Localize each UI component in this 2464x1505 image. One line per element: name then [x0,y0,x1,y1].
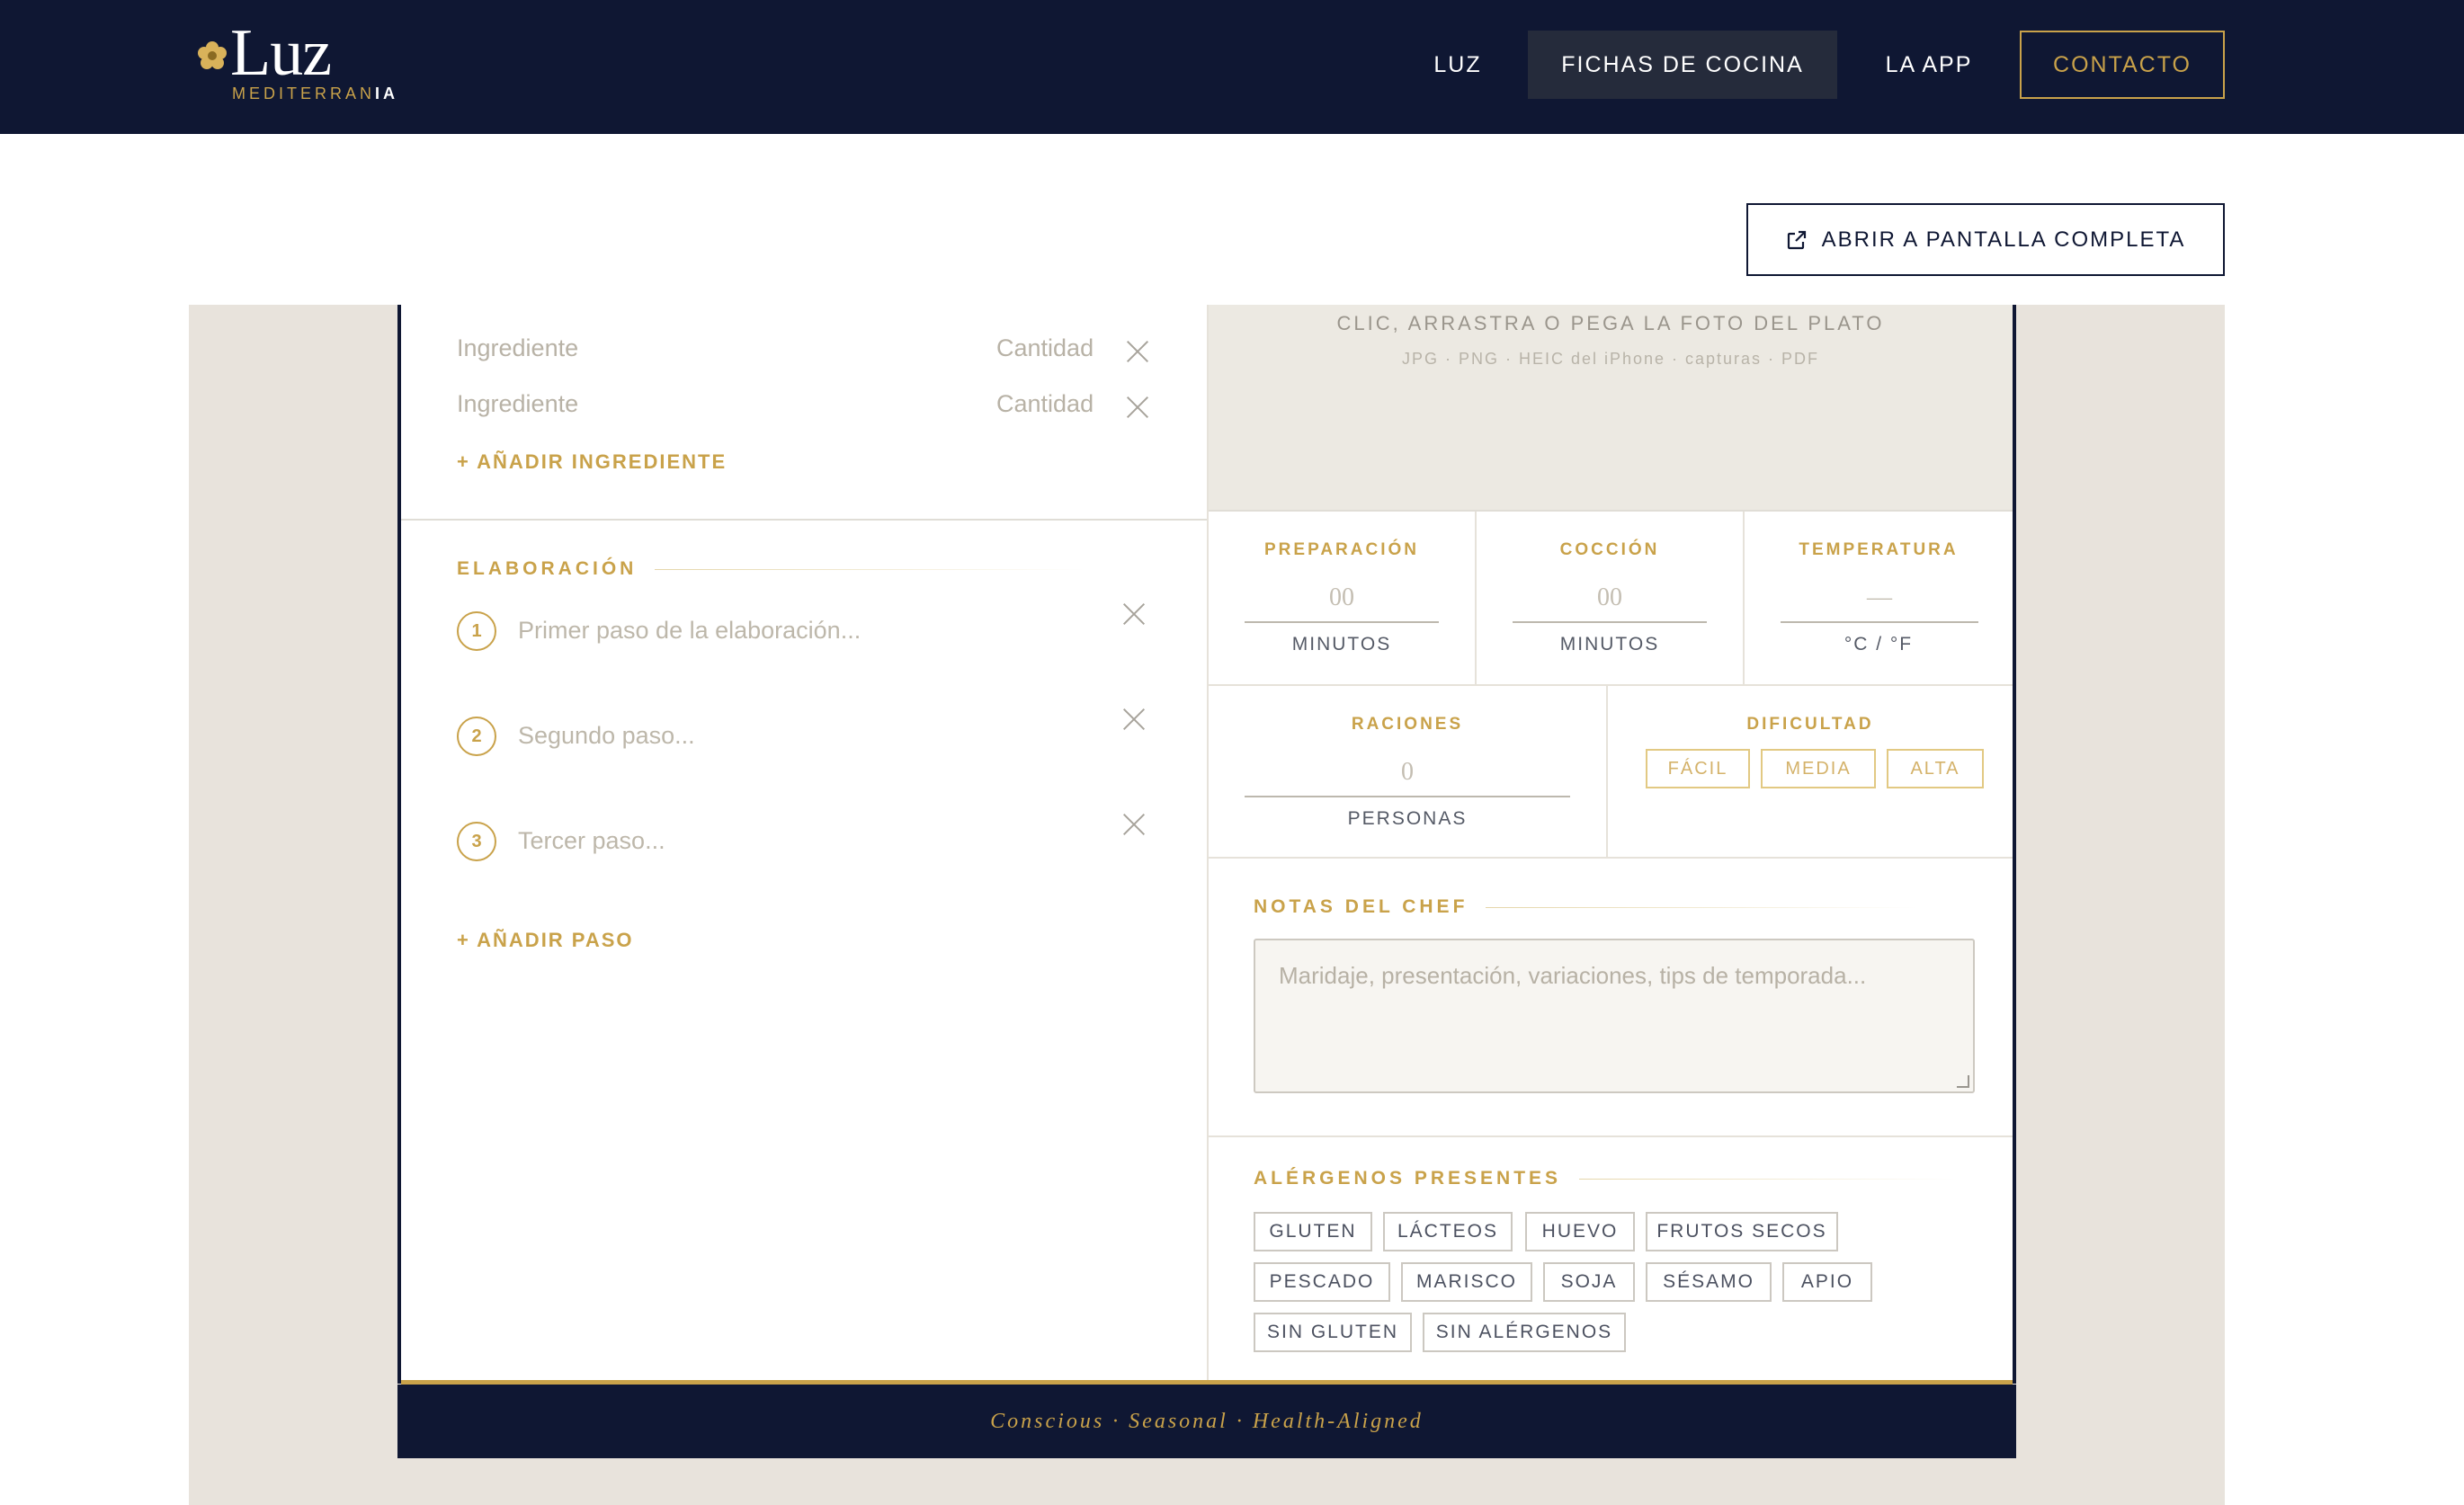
allergen-chip-lacteos[interactable]: LÁCTEOS [1383,1212,1513,1251]
remove-step-icon[interactable] [1122,708,1146,731]
temperatura-input[interactable]: — [1781,583,1978,623]
temperatura-unit: °C / °F [1844,634,1914,655]
photo-dropzone-label: CLIC, ARRASTRA O PEGA LA FOTO DEL PLATO [1336,312,1885,334]
allergen-chip-huevo[interactable]: HUEVO [1525,1212,1635,1251]
coccion-label: COCCIÓN [1559,540,1660,559]
remove-step-icon[interactable] [1122,602,1146,626]
dificultad-facil-button[interactable]: FÁCIL [1646,749,1750,788]
dificultad-label: DIFICULTAD [1746,715,1874,734]
top-navbar: Luz MEDITERRANIA LUZ FICHAS DE COCINA LA… [0,0,2464,134]
resize-handle-icon[interactable] [1957,1075,1969,1088]
brand-name: Luz [230,16,332,90]
step-row: 3 Tercer paso... [457,822,1149,876]
notas-textarea[interactable]: Maridaje, presentación, variaciones, tip… [1254,939,1975,1093]
raciones-unit: PERSONAS [1347,808,1468,829]
allergen-chip-soja[interactable]: SOJA [1543,1262,1635,1302]
photo-dropzone[interactable]: CLIC, ARRASTRA O PEGA LA FOTO DEL PLATO … [1209,305,2013,512]
sheet-footer: Conscious · Seasonal · Health-Aligned [397,1385,2016,1458]
preparacion-cell: PREPARACIÓN 00 MINUTOS [1209,512,1477,686]
photo-formats-hint: JPG · PNG · HEIC del iPhone · capturas ·… [1401,350,1820,368]
allergen-chip-frutos-secos[interactable]: FRUTOS SECOS [1646,1212,1838,1251]
step-row: 1 Primer paso de la elaboración... [457,611,1149,665]
preparacion-unit: MINUTOS [1291,634,1392,655]
raciones-label: RACIONES [1351,715,1464,734]
nav-contacto-button[interactable]: CONTACTO [2020,31,2225,99]
ingredient-quantity-input[interactable]: Cantidad [996,390,1094,418]
temperatura-label: TEMPERATURA [1799,540,1959,559]
raciones-input[interactable]: 0 [1245,758,1570,797]
coccion-unit: MINUTOS [1559,634,1660,655]
heading-rule [655,568,1087,570]
allergen-chip-apio[interactable]: APIO [1782,1262,1872,1302]
raciones-cell: RACIONES 0 PERSONAS [1209,686,1608,859]
brand-subtitle: MEDITERRANIA [232,85,399,102]
ingredient-name-input[interactable]: Ingrediente [457,390,578,418]
remove-step-icon[interactable] [1122,813,1146,836]
notas-placeholder: Maridaje, presentación, variaciones, tip… [1279,962,1867,989]
ingredient-row: Ingrediente Cantidad [457,390,1149,426]
ingredient-row: Ingrediente Cantidad [457,334,1149,370]
preparacion-label: PREPARACIÓN [1264,540,1419,559]
remove-ingredient-icon[interactable] [1126,340,1149,363]
step-row: 2 Segundo paso... [457,717,1149,770]
allergen-chip-sin-gluten[interactable]: SIN GLUTEN [1254,1313,1412,1352]
allergen-chip-gluten[interactable]: GLUTEN [1254,1212,1372,1251]
section-divider [1209,1135,2013,1137]
add-step-link[interactable]: + AÑADIR PASO [457,929,634,952]
step-input[interactable]: Tercer paso... [518,827,665,855]
elaboracion-heading: ELABORACIÓN [457,558,1087,580]
alergenos-heading: ALÉRGENOS PRESENTES [1254,1168,1958,1189]
heading-rule [1486,906,1918,908]
allergen-chip-pescado[interactable]: PESCADO [1254,1262,1390,1302]
section-divider [401,519,1207,521]
step-number-badge: 3 [457,822,496,861]
dificultad-media-button[interactable]: MEDIA [1761,749,1876,788]
notas-heading: NOTAS DEL CHEF [1254,896,1918,918]
allergen-chip-marisco[interactable]: MARISCO [1401,1262,1532,1302]
heading-rule [1579,1178,1958,1180]
step-number-badge: 1 [457,611,496,651]
temperatura-cell: TEMPERATURA — °C / °F [1745,512,2013,686]
ingredient-quantity-input[interactable]: Cantidad [996,334,1094,362]
nav-la-app[interactable]: LA APP [1861,31,1996,99]
ingredient-name-input[interactable]: Ingrediente [457,334,578,362]
open-fullscreen-button[interactable]: ABRIR A PANTALLA COMPLETA [1746,203,2225,276]
step-number-badge: 2 [457,717,496,756]
allergen-chip-sesamo[interactable]: SÉSAMO [1646,1262,1772,1302]
nav-luz[interactable]: LUZ [1408,31,1507,99]
remove-ingredient-icon[interactable] [1126,396,1149,419]
open-fullscreen-label: ABRIR A PANTALLA COMPLETA [1821,227,2186,252]
embed-frame: Ingrediente Cantidad Ingrediente Cantida… [189,305,2225,1505]
preparacion-input[interactable]: 00 [1245,583,1439,623]
nav-fichas-de-cocina[interactable]: FICHAS DE COCINA [1528,31,1837,99]
allergen-chip-sin-alergenos[interactable]: SIN ALÉRGENOS [1423,1313,1626,1352]
brand-logo[interactable]: Luz MEDITERRANIA [192,20,426,110]
external-link-icon [1787,230,1806,249]
flower-icon [198,41,227,69]
recipe-sheet: Ingrediente Cantidad Ingrediente Cantida… [397,305,2016,1458]
dificultad-alta-button[interactable]: ALTA [1887,749,1984,788]
add-ingredient-link[interactable]: + AÑADIR INGREDIENTE [457,450,727,474]
coccion-input[interactable]: 00 [1513,583,1707,623]
footer-tagline: Conscious · Seasonal · Health-Aligned [990,1409,1424,1433]
step-input[interactable]: Segundo paso... [518,722,695,750]
coccion-cell: COCCIÓN 00 MINUTOS [1477,512,1745,686]
step-input[interactable]: Primer paso de la elaboración... [518,617,861,645]
